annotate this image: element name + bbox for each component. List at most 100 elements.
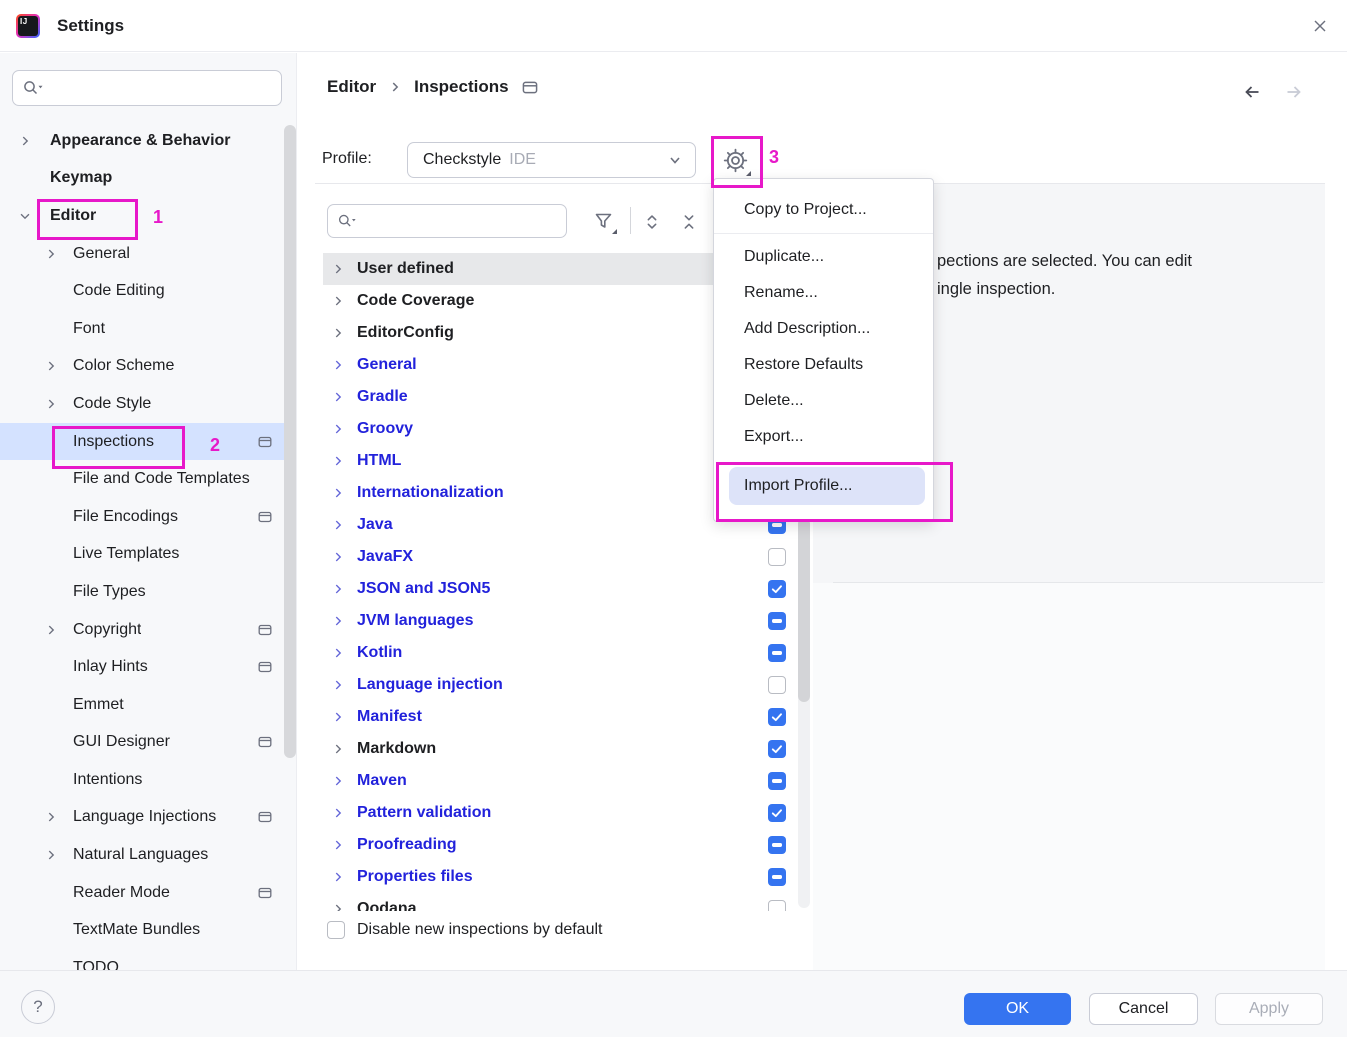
chevron-right-icon[interactable] [44,810,58,824]
sidebar-item-intentions[interactable]: Intentions [0,761,296,799]
inspection-checkbox-checked[interactable] [768,804,786,822]
menu-item-import-profile[interactable]: Import Profile... [729,467,925,505]
settings-search-input[interactable] [50,75,281,101]
menu-item-restore-defaults[interactable]: Restore Defaults [714,347,933,383]
help-button[interactable]: ? [21,990,55,1024]
chevron-right-icon[interactable] [44,247,58,261]
sidebar-item-keymap[interactable]: Keymap [0,160,296,198]
chevron-down-icon[interactable] [18,209,32,223]
chevron-right-icon[interactable] [331,902,345,911]
inspection-checkbox-indeterminate[interactable] [768,772,786,790]
settings-search-field[interactable] [12,70,282,106]
chevron-right-icon[interactable] [331,614,345,628]
inspection-checkbox-indeterminate[interactable] [768,644,786,662]
chevron-right-icon[interactable] [331,390,345,404]
chevron-right-icon[interactable] [331,358,345,372]
sidebar-item-emmet[interactable]: Emmet [0,686,296,724]
inspections-search-field[interactable] [327,204,567,238]
chevron-right-icon[interactable] [331,774,345,788]
expand-all-button[interactable] [637,207,667,237]
menu-item-delete[interactable]: Delete... [714,383,933,419]
inspection-checkbox-checked[interactable] [768,708,786,726]
tree-scrollbar-thumb[interactable] [798,518,810,702]
chevron-right-icon[interactable] [331,294,345,308]
chevron-right-icon[interactable] [18,134,32,148]
menu-item-copy-to-project[interactable]: Copy to Project... [714,192,933,228]
chevron-right-icon[interactable] [44,397,58,411]
inspection-checkbox-checked[interactable] [768,740,786,758]
sidebar-item-todo[interactable]: TODO [0,949,296,970]
chevron-right-icon[interactable] [331,582,345,596]
chevron-right-icon[interactable] [44,359,58,373]
sidebar-item-editor[interactable]: Editor [0,197,296,235]
chevron-right-icon[interactable] [331,486,345,500]
chevron-right-icon[interactable] [331,806,345,820]
sidebar-item-font[interactable]: Font [0,310,296,348]
chevron-right-icon[interactable] [331,710,345,724]
menu-item-rename[interactable]: Rename... [714,275,933,311]
inspection-checkbox-indeterminate[interactable] [768,868,786,886]
tree-group-maven[interactable]: Maven [323,765,797,797]
profile-actions-button[interactable] [715,140,755,180]
chevron-right-icon[interactable] [331,870,345,884]
cancel-button[interactable]: Cancel [1089,993,1198,1025]
sidebar-item-copyright[interactable]: Copyright [0,611,296,649]
collapse-all-button[interactable] [674,207,704,237]
menu-item-add-description[interactable]: Add Description... [714,311,933,347]
close-button[interactable] [1303,9,1337,43]
chevron-right-icon[interactable] [331,742,345,756]
breadcrumb-editor[interactable]: Editor [327,77,376,97]
disable-new-inspections-checkbox[interactable] [327,921,345,939]
sidebar-item-inlay-hints[interactable]: Inlay Hints [0,648,296,686]
filter-button[interactable] [587,204,621,238]
forward-button[interactable] [1282,80,1306,104]
tree-group-json-and-json5[interactable]: JSON and JSON5 [323,573,797,605]
chevron-right-icon[interactable] [331,262,345,276]
sidebar-item-language-injections[interactable]: Language Injections [0,799,296,837]
chevron-right-icon[interactable] [331,838,345,852]
profile-dropdown[interactable]: Checkstyle IDE [407,142,696,178]
inspection-checkbox-indeterminate[interactable] [768,836,786,854]
sidebar-item-file-types[interactable]: File Types [0,573,296,611]
tree-group-javafx[interactable]: JavaFX [323,541,797,573]
inspection-checkbox-unchecked[interactable] [768,900,786,911]
chevron-right-icon[interactable] [331,454,345,468]
chevron-right-icon[interactable] [331,678,345,692]
sidebar-item-general[interactable]: General [0,235,296,273]
inspection-checkbox-checked[interactable] [768,580,786,598]
ok-button[interactable]: OK [964,993,1071,1025]
sidebar-item-file-and-code-templates[interactable]: File and Code Templates [0,460,296,498]
chevron-right-icon[interactable] [331,326,345,340]
sidebar-item-file-encodings[interactable]: File Encodings [0,498,296,536]
chevron-right-icon[interactable] [331,518,345,532]
sidebar-item-appearance-behavior[interactable]: Appearance & Behavior [0,122,296,160]
tree-group-jvm-languages[interactable]: JVM languages [323,605,797,637]
tree-group-qodana[interactable]: Qodana [323,893,797,911]
sidebar-item-reader-mode[interactable]: Reader Mode [0,874,296,912]
sidebar-item-natural-languages[interactable]: Natural Languages [0,836,296,874]
sidebar-item-code-style[interactable]: Code Style [0,385,296,423]
sidebar-scrollbar-thumb[interactable] [284,125,296,758]
sidebar-item-code-editing[interactable]: Code Editing [0,272,296,310]
tree-group-language-injection[interactable]: Language injection [323,669,797,701]
apply-button[interactable]: Apply [1215,993,1323,1025]
tree-group-pattern-validation[interactable]: Pattern validation [323,797,797,829]
back-button[interactable] [1240,80,1264,104]
tree-group-proofreading[interactable]: Proofreading [323,829,797,861]
tree-group-kotlin[interactable]: Kotlin [323,637,797,669]
sidebar-item-inspections[interactable]: Inspections [0,423,296,461]
sidebar-item-textmate-bundles[interactable]: TextMate Bundles [0,911,296,949]
chevron-right-icon[interactable] [44,623,58,637]
sidebar-item-color-scheme[interactable]: Color Scheme [0,348,296,386]
tree-group-markdown[interactable]: Markdown [323,733,797,765]
chevron-right-icon[interactable] [331,550,345,564]
inspection-checkbox-unchecked[interactable] [768,548,786,566]
tree-group-manifest[interactable]: Manifest [323,701,797,733]
sidebar-item-gui-designer[interactable]: GUI Designer [0,724,296,762]
chevron-right-icon[interactable] [331,646,345,660]
inspections-search-input[interactable] [363,209,566,233]
chevron-right-icon[interactable] [331,422,345,436]
menu-item-export[interactable]: Export... [714,419,933,455]
inspection-checkbox-indeterminate[interactable] [768,612,786,630]
menu-item-duplicate[interactable]: Duplicate... [714,239,933,275]
